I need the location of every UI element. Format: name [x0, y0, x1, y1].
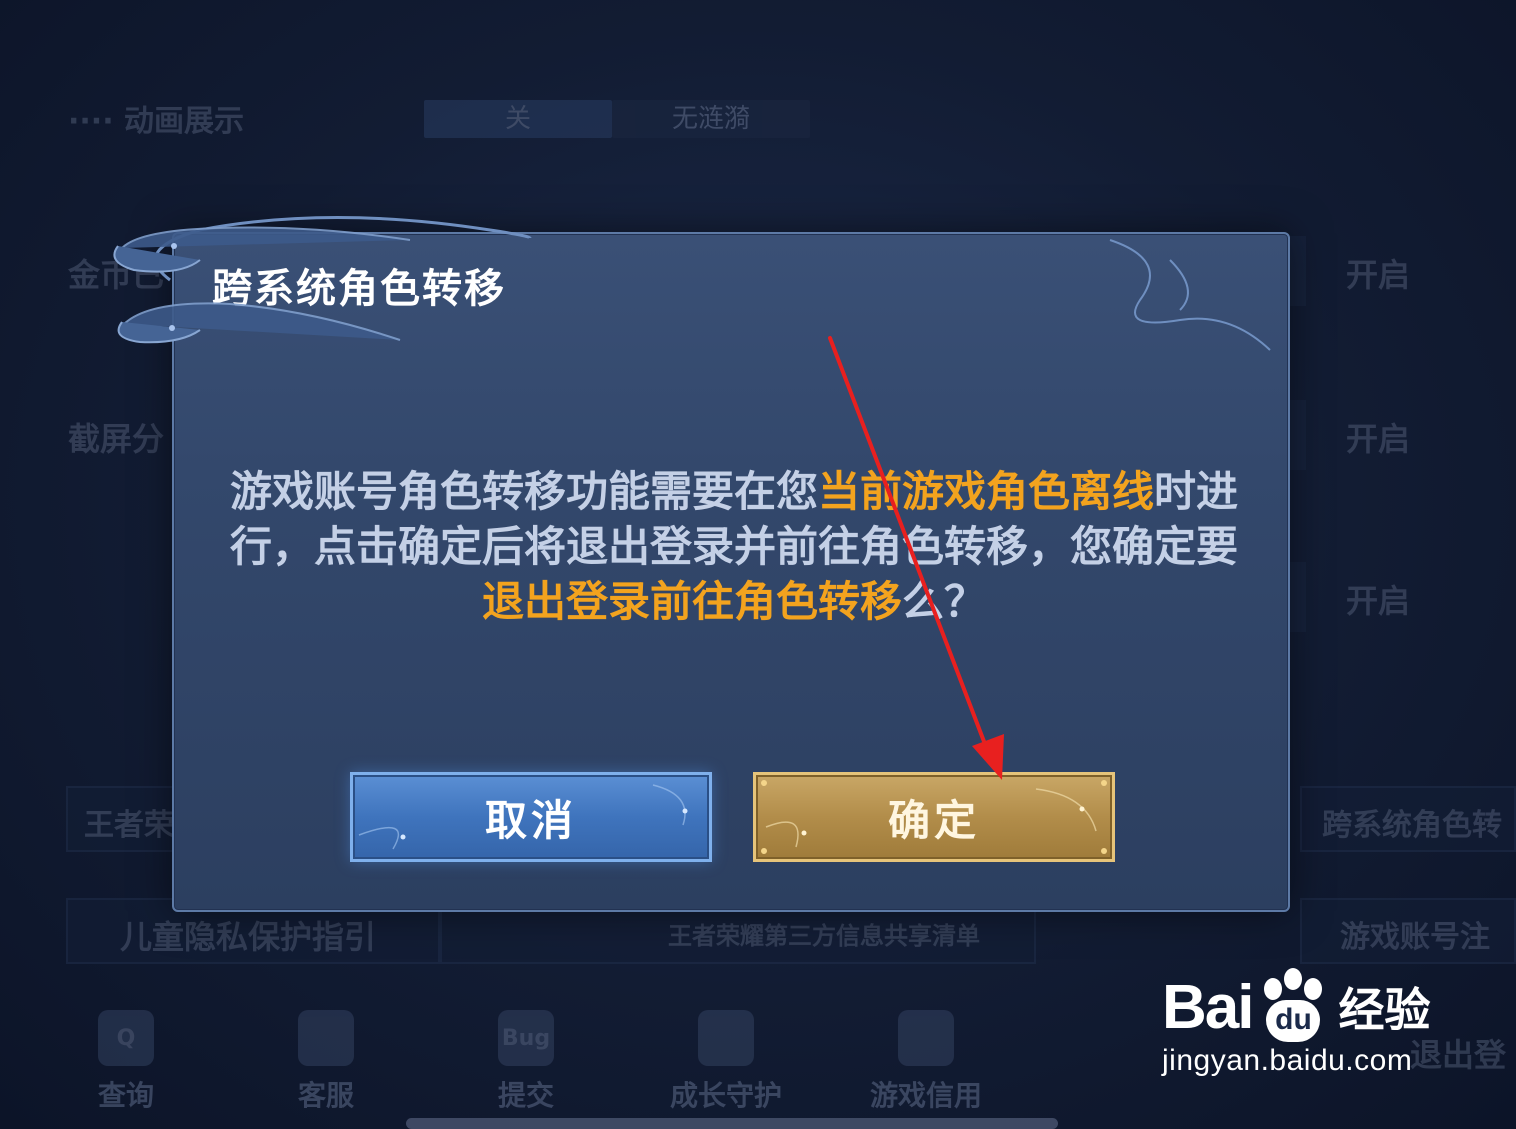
message-text-3: 么？ — [902, 577, 987, 626]
role-transfer-dialog: 跨系统角色转移 游戏账号角色转移功能需要在您当前游戏角色离线时进行，点击确定后将… — [172, 232, 1290, 912]
dock-game-credit[interactable]: 游戏信用 — [866, 1010, 986, 1114]
message-highlight-logout: 退出登录前往角色转移 — [481, 577, 902, 626]
dock-growth-guard[interactable]: 成长守护 — [666, 1010, 786, 1114]
message-text-1: 游戏账号角色转移功能需要在您 — [229, 467, 818, 516]
search-doc-icon: Q — [98, 1010, 154, 1066]
dialog-title: 跨系统角色转移 — [212, 266, 506, 312]
cat-service-icon — [298, 1010, 354, 1066]
watermark-brand-left: Bai — [1162, 972, 1254, 1042]
third-party-info-label: 王者荣耀第三方信息共享清单 — [668, 922, 980, 950]
coin-setting-value: 开启 — [1346, 256, 1411, 294]
account-cancel-label: 游戏账号注 — [1340, 920, 1490, 955]
dock-bug-report[interactable]: Bug 提交 — [466, 1010, 586, 1114]
screenshot-share-label: 截屏分 — [68, 420, 165, 458]
child-privacy-label: 儿童隐私保护指引 — [120, 918, 377, 956]
watermark-url: jingyan.baidu.com — [1162, 1044, 1413, 1077]
baidu-paw-logo-icon: du — [1254, 968, 1332, 1046]
animation-toggle-off[interactable]: 关 — [424, 100, 612, 138]
confirm-button[interactable]: 确定 — [753, 772, 1115, 862]
coin-setting-label: 金币已 — [68, 256, 165, 294]
screenshot-share-value: 开启 — [1346, 420, 1411, 458]
baidu-jingyan-watermark: Bai du 经验 jingyan.baidu.com — [1162, 968, 1462, 1108]
horizontal-scrollbar[interactable] — [406, 1118, 1058, 1129]
dialog-message: 游戏账号角色转移功能需要在您当前游戏角色离线时进行，点击确定后将退出登录并前往角… — [214, 464, 1254, 629]
message-highlight-offline: 当前游戏角色离线 — [817, 467, 1154, 516]
third-setting-value: 开启 — [1346, 582, 1411, 620]
animation-toggle-no-ripple[interactable]: 无涟漪 — [612, 100, 810, 138]
growth-guard-icon — [698, 1010, 754, 1066]
cancel-button[interactable]: 取消 — [350, 772, 712, 862]
honor-link-label: 王者荣 — [84, 808, 174, 843]
animation-setting-label: ···· 动画展示 — [68, 104, 245, 139]
watermark-brand-right: 经验 — [1338, 983, 1431, 1037]
dock-query[interactable]: Q 查询 — [66, 1010, 186, 1114]
credit-shield-icon — [898, 1010, 954, 1066]
cross-system-link-label: 跨系统角色转 — [1322, 808, 1502, 843]
bug-icon: Bug — [498, 1010, 554, 1066]
dock-service[interactable]: 客服 — [266, 1010, 386, 1114]
